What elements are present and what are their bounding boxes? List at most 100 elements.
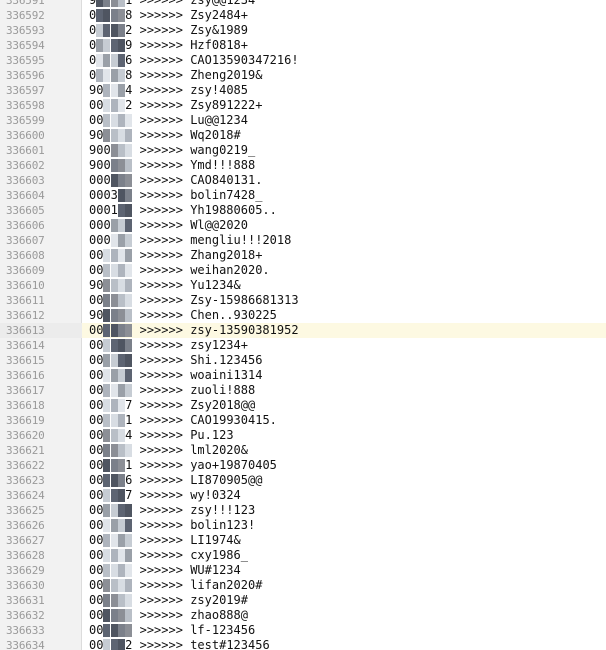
line-number: 336606 [6,219,45,232]
redaction-block [117,624,125,637]
editor-line[interactable]: 336607 000 >>>>>> mengliu!!!2018 [0,233,606,248]
editor-line[interactable]: 336612 90 >>>>>> Chen..930225 [0,308,606,323]
editor-line[interactable]: 336599 00 >>>>>> Lu@@1234 [0,113,606,128]
editor-line[interactable]: 336629 00 >>>>>> WU#1234 [0,563,606,578]
editor-line[interactable]: 336631 00 >>>>>> zsy2019# [0,593,606,608]
editor-line[interactable]: 336605 0001 >>>>>> Yh19880605.. [0,203,606,218]
line-suffix: 7 [125,398,133,412]
editor-line[interactable]: 336597 90 4 >>>>>> zsy!4085 [0,83,606,98]
editor-line[interactable]: 336606 000 >>>>>> Wl@@2020 [0,218,606,233]
editor-line[interactable]: 336618 00 7 >>>>>> Zsy2018@@ [0,398,606,413]
redaction-block [117,474,125,487]
editor-line[interactable]: 336591 9 1 >>>>>> zsy@@1234 [0,0,606,8]
password-value: lf-123456 [190,623,256,637]
editor-line[interactable]: 336604 0003 >>>>>> bolin7428_ [0,188,606,203]
redaction-block [110,549,118,562]
redaction-block [110,639,118,650]
editor-line[interactable]: 336616 00 >>>>>> woaini1314 [0,368,606,383]
arrow-separator: >>>>>> [139,518,183,532]
line-suffix: 4 [125,83,133,97]
redaction-block [103,0,111,7]
arrow-separator: >>>>>> [139,278,183,292]
redaction-block [110,534,118,547]
line-number: 336612 [6,309,45,322]
redaction-block [103,549,111,562]
editor-line[interactable]: 336613 00 >>>>>> zsy-13590381952 [0,323,606,338]
redaction-block [110,414,118,427]
editor-line[interactable]: 336634 00 2 >>>>>> test#123456 [0,638,606,650]
line-prefix: 0001 [89,203,118,217]
editor-line[interactable]: 336603 000 >>>>>> CAO840131. [0,173,606,188]
password-value: zsy1234+ [190,338,248,352]
redaction-block [117,594,125,607]
editor-line[interactable]: 336628 00 >>>>>> cxy1986_ [0,548,606,563]
redaction-block [117,144,125,157]
password-value: CAO13590347216! [190,53,299,67]
arrow-separator: >>>>>> [139,533,183,547]
editor-line[interactable]: 336615 00 >>>>>> Shi.123456 [0,353,606,368]
editor-line[interactable]: 336630 00 >>>>>> lifan2020# [0,578,606,593]
redaction-block [110,444,118,457]
editor-line[interactable]: 336622 00 1 >>>>>> yao+19870405 [0,458,606,473]
editor-line[interactable]: 336596 0 8 >>>>>> Zheng2019& [0,68,606,83]
editor-line[interactable]: 336623 00 6 >>>>>> LI870905@@ [0,473,606,488]
editor-line[interactable]: 336624 00 7 >>>>>> wy!0324 [0,488,606,503]
redaction-block [110,129,118,142]
redaction-block [103,279,111,292]
text-editor[interactable]: 336591 9 1 >>>>>> zsy@@1234 336592 0 8 >>>>… [0,0,606,650]
editor-line[interactable]: 336617 00 >>>>>> zuoli!888 [0,383,606,398]
password-value: weihan2020. [190,263,270,277]
editor-line[interactable]: 336610 90 >>>>>> Yu1234& [0,278,606,293]
editor-line[interactable]: 336608 00 >>>>>> Zhang2018+ [0,248,606,263]
arrow-separator: >>>>>> [139,413,183,427]
arrow-separator: >>>>>> [139,188,183,202]
redaction-block [117,399,125,412]
editor-line[interactable]: 336619 00 1 >>>>>> CAO19930415. [0,413,606,428]
redaction-block [117,219,125,232]
arrow-separator: >>>>>> [139,53,183,67]
editor-line[interactable]: 336632 00 >>>>>> zhao888@ [0,608,606,623]
redaction-block [125,444,132,457]
redaction-block [103,39,111,52]
line-text[interactable]: 0003 >>>>>> bolin7428_ [89,188,262,203]
redaction-block [125,309,132,322]
line-prefix: 00 [89,533,104,547]
line-prefix: 00 [89,293,104,307]
arrow-separator: >>>>>> [139,353,183,367]
editor-line[interactable]: 336611 00 >>>>>> Zsy-15986681313 [0,293,606,308]
redaction-block [110,504,118,517]
line-number: 336596 [6,69,45,82]
editor-line[interactable]: 336602 900 >>>>>> Ymd!!!888 [0,158,606,173]
editor-line[interactable]: 336593 0 2 >>>>>> Zsy&1989 [0,23,606,38]
editor-line[interactable]: 336620 00 4 >>>>>> Pu.123 [0,428,606,443]
editor-line[interactable]: 336621 00 >>>>>> lml2020& [0,443,606,458]
editor-line[interactable]: 336598 00 2 >>>>>> Zsy891222+ [0,98,606,113]
editor-line[interactable]: 336625 00 >>>>>> zsy!!!123 [0,503,606,518]
arrow-separator: >>>>>> [139,428,183,442]
arrow-separator: >>>>>> [139,383,183,397]
password-value: CAO840131. [190,173,263,187]
password-value: cxy1986_ [190,548,248,562]
redaction-block [110,594,118,607]
editor-line[interactable]: 336592 0 8 >>>>>> Zsy2484+ [0,8,606,23]
password-value: LI870905@@ [190,473,263,487]
editor-line[interactable]: 336594 0 9 >>>>>> Hzf0818+ [0,38,606,53]
redaction-block [117,204,125,217]
editor-line[interactable]: 336614 00 >>>>>> zsy1234+ [0,338,606,353]
editor-line[interactable]: 336633 00 >>>>>> lf-123456 [0,623,606,638]
redaction-block [125,519,132,532]
redaction-block [110,54,118,67]
editor-line[interactable]: 336601 900 >>>>>> wang0219_ [0,143,606,158]
line-prefix: 900 [89,158,111,172]
editor-line[interactable]: 336627 00 >>>>>> LI1974& [0,533,606,548]
editor-lines[interactable]: 336591 9 1 >>>>>> zsy@@1234 336592 0 8 >>>>… [0,0,606,650]
editor-line[interactable]: 336595 0 6 >>>>>> CAO13590347216! [0,53,606,68]
editor-line[interactable]: 336600 90 >>>>>> Wq2018# [0,128,606,143]
redaction-block [117,639,125,650]
redaction-block [103,339,111,352]
arrow-separator: >>>>>> [139,0,183,7]
password-value: Zheng2019& [190,68,263,82]
redaction-block [110,429,118,442]
editor-line[interactable]: 336626 00 >>>>>> bolin123! [0,518,606,533]
editor-line[interactable]: 336609 00 >>>>>> weihan2020. [0,263,606,278]
